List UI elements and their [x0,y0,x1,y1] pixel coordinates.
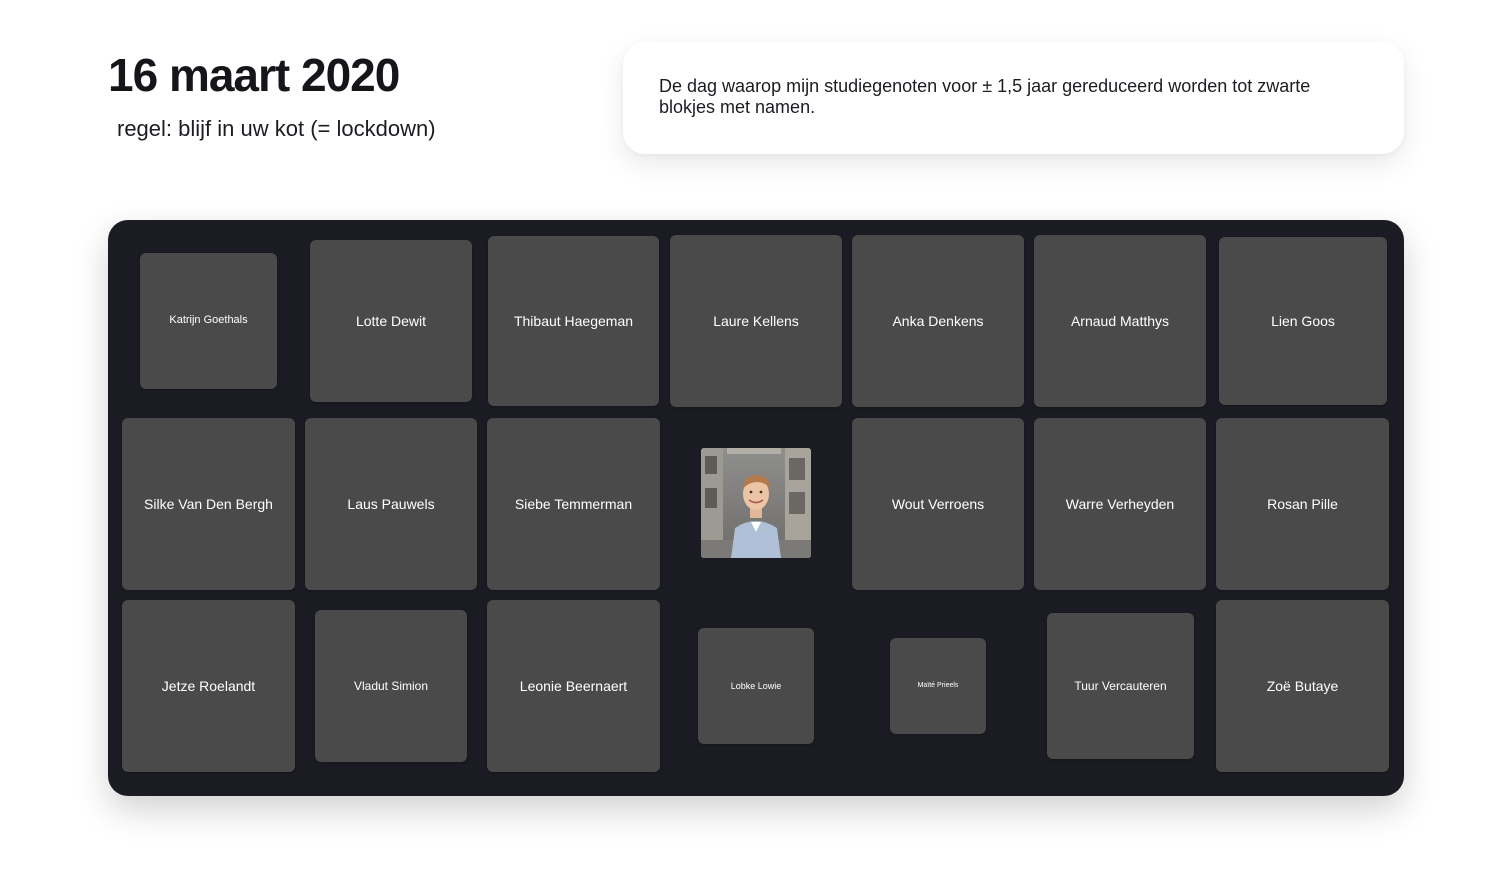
page-title: 16 maart 2020 [108,49,400,101]
participant-name: Maïté Prieels [917,681,959,689]
participant-name: Lotte Dewit [355,312,427,329]
info-card: De dag waarop mijn studiegenoten voor ± … [623,42,1404,154]
participant-tile[interactable]: Thibaut Haegeman [488,236,659,406]
participant-name: Vladut Simion [353,678,429,693]
info-card-text: De dag waarop mijn studiegenoten voor ± … [659,76,1311,117]
participant-tile[interactable]: Maïté Prieels [890,638,986,734]
video-call-grid: Katrijn Goethals Lotte Dewit Thibaut Hae… [108,220,1404,796]
participant-tile[interactable]: Silke Van Den Bergh [122,418,295,590]
participant-name: Thibaut Haegeman [513,312,634,329]
participant-name: Jetze Roelandt [161,677,256,694]
participant-tile[interactable]: Vladut Simion [315,610,467,762]
participant-name: Siebe Temmerman [514,495,633,512]
participant-name: Zoë Butaye [1266,677,1339,694]
participant-name: Tuur Vercauteren [1074,678,1167,693]
participant-name: Lobke Lowie [730,680,782,691]
participant-tile[interactable]: Arnaud Matthys [1034,235,1206,407]
participant-tile[interactable]: Lien Goos [1219,237,1387,405]
participant-tile[interactable]: Warre Verheyden [1034,418,1206,590]
participant-tile[interactable]: Laus Pauwels [305,418,477,590]
participant-name: Arnaud Matthys [1070,312,1170,329]
participant-tile[interactable]: Laure Kellens [670,235,842,407]
participant-tile[interactable]: Siebe Temmerman [487,418,660,590]
page-subtitle: regel: blijf in uw kot (= lockdown) [117,116,436,141]
participant-tile[interactable]: Lotte Dewit [310,240,472,402]
participant-tile[interactable]: Tuur Vercauteren [1047,613,1194,759]
participant-name: Laus Pauwels [347,495,435,512]
participant-tile[interactable]: Katrijn Goethals [140,253,277,389]
participant-name: Katrijn Goethals [169,314,248,327]
self-video-tile[interactable] [701,448,811,558]
participant-name: Leonie Beernaert [519,677,628,694]
participant-name: Rosan Pille [1267,495,1338,512]
participant-tile[interactable]: Wout Verroens [852,418,1024,590]
participant-name: Laure Kellens [713,312,799,329]
person-photo-icon [701,448,811,558]
participant-tile[interactable]: Lobke Lowie [698,628,814,744]
participant-tile[interactable]: Leonie Beernaert [487,600,660,772]
participant-tile[interactable]: Zoë Butaye [1216,600,1389,772]
participant-tile[interactable]: Anka Denkens [852,235,1024,407]
page: 16 maart 2020 regel: blijf in uw kot (= … [0,0,1512,879]
participant-name: Anka Denkens [892,312,984,329]
participant-name: Silke Van Den Bergh [144,495,273,512]
participant-tile[interactable]: Rosan Pille [1216,418,1389,590]
participant-name: Lien Goos [1271,312,1335,329]
participant-name: Warre Verheyden [1065,495,1175,512]
participant-tile[interactable]: Jetze Roelandt [122,600,295,772]
participant-name: Wout Verroens [891,495,985,512]
